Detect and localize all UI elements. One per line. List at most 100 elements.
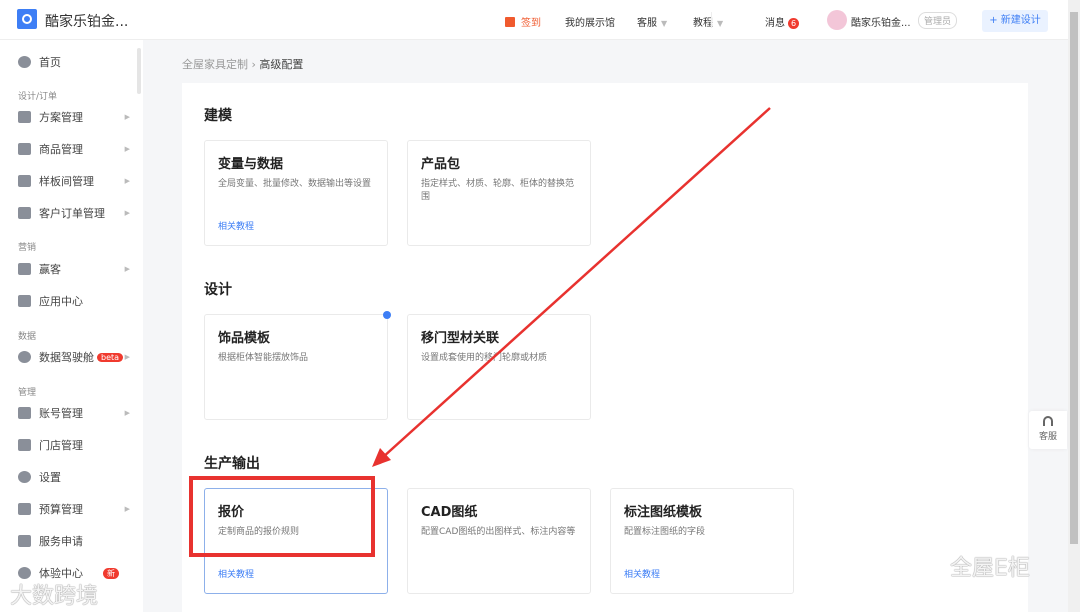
card-quotation[interactable]: 报价 定制商品的报价规则 相关教程 xyxy=(204,488,388,594)
new-design-button[interactable]: + 新建设计 xyxy=(982,10,1048,32)
sidebar-item-label: 首页 xyxy=(39,56,61,69)
tutorial-menu[interactable]: 教程 ▼ xyxy=(693,14,723,29)
page-scrollbar[interactable] xyxy=(1068,0,1080,612)
logo-icon xyxy=(17,9,37,29)
card-cad-drawing[interactable]: CAD图纸配置CAD图纸的出图样式、标注内容等 xyxy=(407,488,591,594)
sidebar-item-service-request[interactable]: 服务申请 xyxy=(18,533,130,549)
card-desc: 配置CAD图纸的出图样式、标注内容等 xyxy=(421,527,576,537)
section-title: 建模 xyxy=(204,108,232,124)
sidebar-item-label: 服务申请 xyxy=(39,535,83,548)
mail-icon xyxy=(18,535,31,547)
user-icon xyxy=(18,407,31,419)
sidebar-item-yingke[interactable]: 赢客 ▶ xyxy=(18,261,130,277)
card-sliding-door-profile[interactable]: 移门型材关联 设置成套使用的移门轮廓或材质 xyxy=(407,314,591,420)
checkin-label: 签到 xyxy=(521,18,541,29)
folder-icon xyxy=(18,111,31,123)
megaphone-icon xyxy=(18,263,31,275)
card-annotation-template[interactable]: 标注图纸模板配置标注图纸的字段 相关教程 xyxy=(610,488,794,594)
headset-icon xyxy=(1043,416,1053,426)
sidebar-item-plans[interactable]: 方案管理 ▶ xyxy=(18,109,130,125)
sidebar-item-dashboard[interactable]: 数据驾驶舱 beta ▶ xyxy=(18,349,130,365)
gear-icon xyxy=(18,471,31,483)
card-desc: 根据柜体智能摆放饰品 xyxy=(218,353,309,363)
sidebar-item-label: 应用中心 xyxy=(39,295,83,308)
section-title: 设计 xyxy=(204,282,232,298)
sidebar-group-label: 管理 xyxy=(18,388,37,398)
sidebar-item-label: 样板间管理 xyxy=(39,175,94,188)
card-desc: 设置成套使用的移门轮廓或材质 xyxy=(421,353,548,363)
messages-button[interactable]: 消息 6 xyxy=(765,14,800,29)
chevron-right-icon: ▶ xyxy=(124,505,130,513)
service-menu[interactable]: 客服 ▼ xyxy=(637,14,667,29)
watermark-left: 大数跨境 xyxy=(10,584,99,609)
sidebar-item-label: 客户订单管理 xyxy=(39,207,105,220)
chevron-right-icon: ▶ xyxy=(124,209,130,217)
card-desc: 指定样式、材质、轮廓、柜体的替换范围 xyxy=(421,179,575,202)
pie-chart-icon xyxy=(18,351,31,363)
checkin-button[interactable]: 签到 xyxy=(505,14,541,29)
sidebar-item-stores[interactable]: 门店管理 xyxy=(18,437,130,453)
tutorial-link[interactable]: 相关教程 xyxy=(624,567,660,580)
card-desc: 全局变量、批量修改、数据输出等设置 xyxy=(218,179,372,189)
card-title: 标注图纸模板 xyxy=(624,505,703,520)
breadcrumb: 全屋家具定制 › 高级配置 xyxy=(182,58,304,71)
card-decor-template[interactable]: 饰品模板根据柜体智能摆放饰品 xyxy=(204,311,391,420)
beta-badge: beta xyxy=(97,352,124,362)
float-service-label: 客服 xyxy=(1038,432,1057,442)
tutorial-label: 教程 xyxy=(693,18,713,29)
sidebar-item-showrooms[interactable]: 样板间管理 ▶ xyxy=(18,173,130,189)
sidebar-item-label: 设置 xyxy=(39,471,61,484)
avatar[interactable] xyxy=(827,10,847,30)
product-icon xyxy=(18,143,31,155)
sidebar-scrollbar[interactable] xyxy=(137,48,141,94)
divider xyxy=(711,12,712,28)
sidebar-item-label: 账号管理 xyxy=(39,407,83,420)
calendar-check-icon xyxy=(505,17,515,27)
card-title: 变量与数据 xyxy=(218,157,284,172)
section-title: 生产输出 xyxy=(204,456,260,472)
breadcrumb-parent[interactable]: 全屋家具定制 xyxy=(182,58,248,71)
card-desc: 配置标注图纸的字段 xyxy=(624,527,706,537)
sidebar-group-label: 营销 xyxy=(18,243,37,253)
chevron-down-icon: ▼ xyxy=(717,19,724,28)
card-title: CAD图纸 xyxy=(421,505,478,520)
card-product-package[interactable]: 产品包指定样式、材质、轮廓、柜体的替换范围 xyxy=(407,140,591,246)
messages-label: 消息 xyxy=(765,18,785,29)
scrollbar-thumb[interactable] xyxy=(1070,12,1078,544)
sidebar-group-label: 设计/订单 xyxy=(18,92,58,102)
tutorial-link[interactable]: 相关教程 xyxy=(218,219,254,232)
chevron-right-icon: ▶ xyxy=(124,265,130,273)
sidebar-item-apps[interactable]: 应用中心 xyxy=(18,293,130,309)
sidebar-item-budget[interactable]: 预算管理 ▶ xyxy=(18,501,130,517)
store-icon xyxy=(18,439,31,451)
sidebar-item-label: 方案管理 xyxy=(39,111,83,124)
chevron-right-icon: ▶ xyxy=(124,177,130,185)
sidebar-item-accounts[interactable]: 账号管理 ▶ xyxy=(18,405,130,421)
wallet-icon xyxy=(18,503,31,515)
sidebar-item-orders[interactable]: 客户订单管理 ▶ xyxy=(18,205,130,221)
sidebar: 首页 设计/订单 方案管理 ▶ 商品管理 ▶ 样板间管理 ▶ 客户订单管理 ▶ 营销 赢… xyxy=(0,40,143,612)
top-bar: 酷家乐铂金... 签到 我的展示馆 客服 ▼ 教程 ▼ 消息 6 酷家乐铂金... 管… xyxy=(0,0,1068,40)
message-count-badge: 6 xyxy=(788,18,800,29)
sidebar-item-label: 预算管理 xyxy=(39,503,83,516)
card-desc: 定制商品的报价规则 xyxy=(218,527,300,537)
door-icon xyxy=(18,175,31,187)
order-icon xyxy=(18,207,31,219)
sidebar-item-home[interactable]: 首页 xyxy=(18,54,130,70)
chevron-right-icon: ▶ xyxy=(124,409,130,417)
brand-name[interactable]: 酷家乐铂金... xyxy=(45,11,128,31)
card-title: 产品包 xyxy=(421,157,461,172)
float-service-button[interactable]: 客服 xyxy=(1029,411,1067,449)
apps-icon xyxy=(18,295,31,307)
card-title: 饰品模板 xyxy=(218,331,271,346)
sidebar-item-label: 商品管理 xyxy=(39,143,83,156)
showroom-link[interactable]: 我的展示馆 xyxy=(565,14,615,29)
sidebar-item-settings[interactable]: 设置 xyxy=(18,469,130,485)
sidebar-item-label: 数据驾驶舱 xyxy=(39,351,94,364)
sidebar-group-label: 数据 xyxy=(18,332,37,342)
card-variables-data[interactable]: 变量与数据全局变量、批量修改、数据输出等设置 相关教程 xyxy=(204,140,388,246)
breadcrumb-current: 高级配置 xyxy=(259,58,304,71)
user-name[interactable]: 酷家乐铂金... xyxy=(851,14,911,29)
sidebar-item-products[interactable]: 商品管理 ▶ xyxy=(18,141,130,157)
tutorial-link[interactable]: 相关教程 xyxy=(218,567,254,580)
